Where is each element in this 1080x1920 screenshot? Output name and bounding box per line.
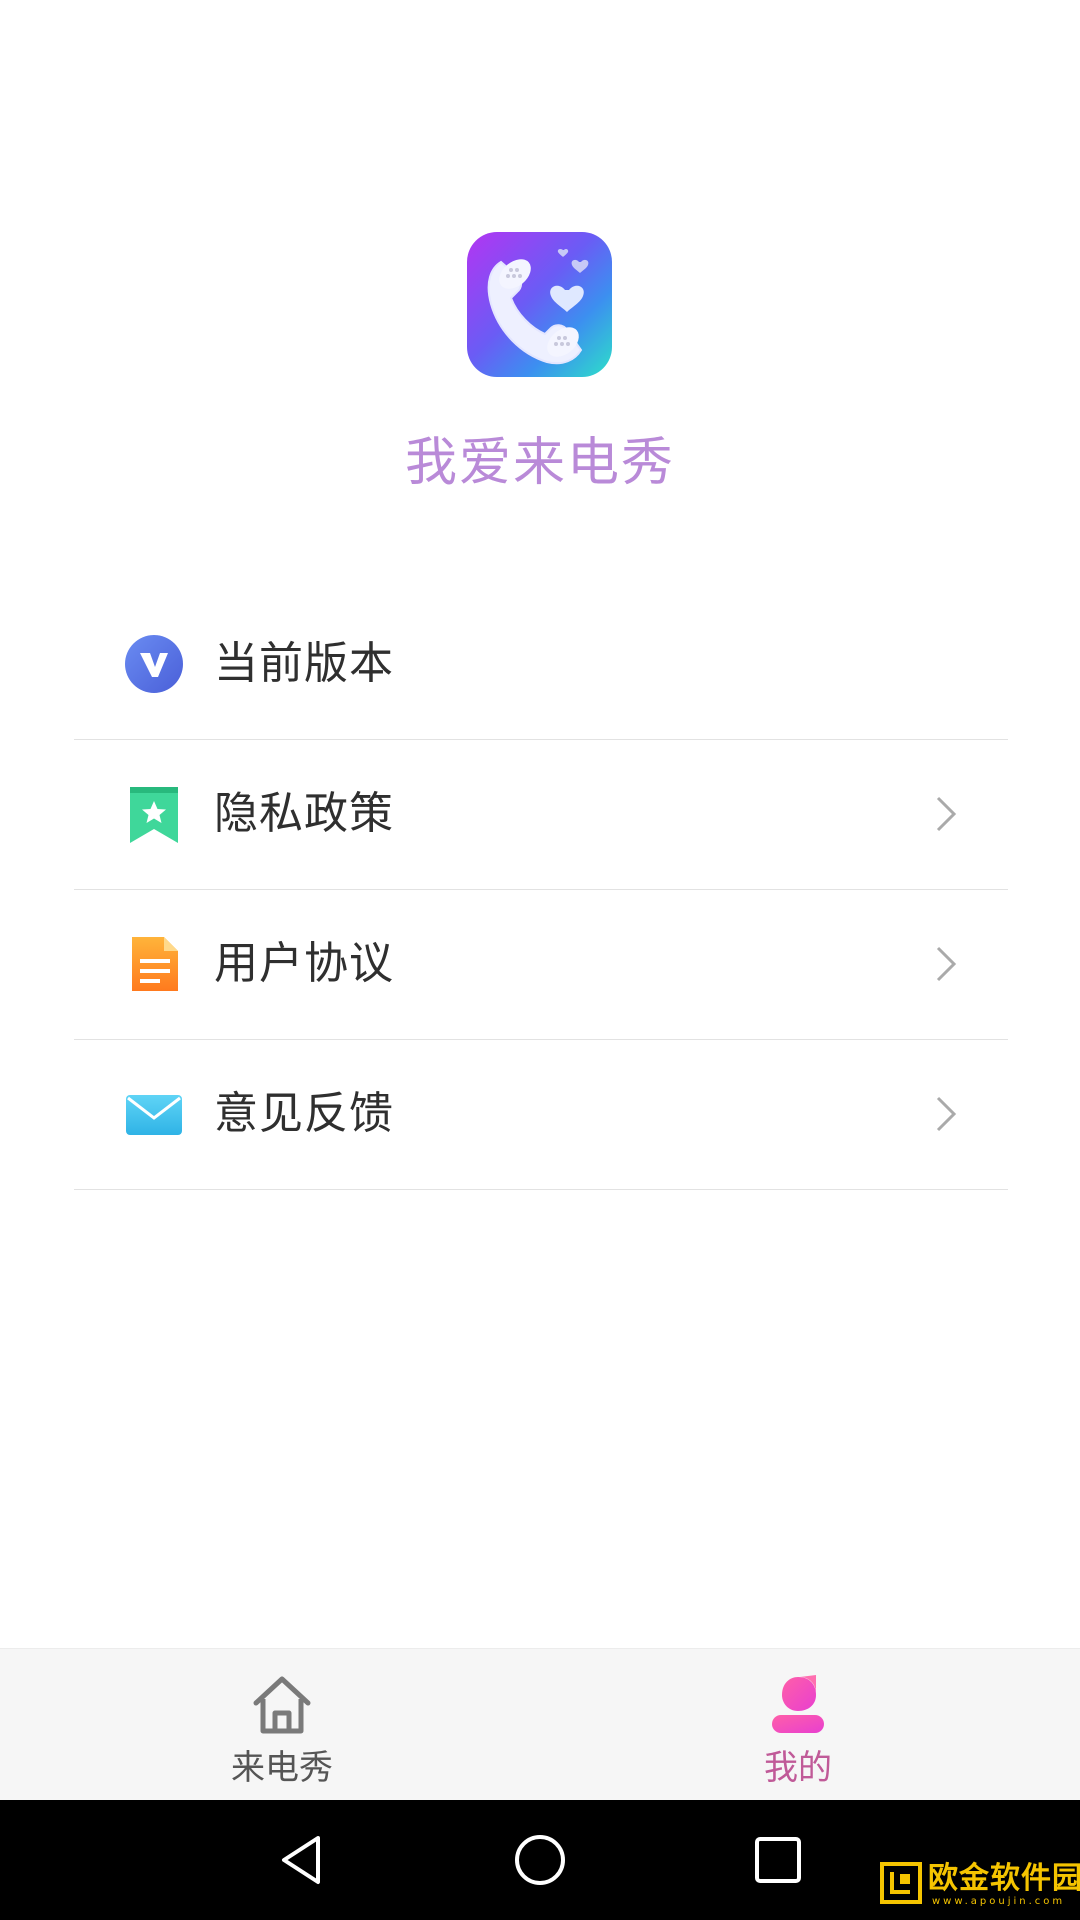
app-logo [467, 232, 612, 377]
v-badge-icon [125, 635, 183, 693]
watermark-url: www.apoujin.com [932, 1896, 1066, 1907]
tab-label: 我的 [764, 1748, 832, 1788]
watermark: 欧金软件园 www.apoujin.com [880, 1862, 1080, 1910]
tab-caller-show[interactable]: 来电秀 [182, 1649, 382, 1801]
home-circle-icon[interactable] [510, 1830, 570, 1890]
document-icon [132, 937, 178, 991]
chevron-right-icon [936, 796, 957, 832]
mail-icon [126, 1095, 182, 1135]
menu-item-label: 当前版本 [214, 638, 394, 689]
bottom-nav: 来电秀 我的 [0, 1648, 1080, 1801]
recent-apps-icon[interactable] [748, 1830, 808, 1890]
system-navigation-bar: 欧金软件园 www.apoujin.com [0, 1800, 1080, 1920]
chevron-right-icon [936, 1096, 957, 1132]
app-name: 我爱来电秀 [404, 433, 675, 493]
menu-item-user-agreement[interactable]: 用户协议 [74, 890, 1008, 1040]
phone-hearts-icon [487, 248, 589, 365]
menu-item-label: 意见反馈 [214, 1088, 394, 1139]
profile-icon [772, 1675, 824, 1733]
tab-mine[interactable]: 我的 [698, 1649, 898, 1801]
menu-item-current-version[interactable]: 当前版本 [74, 590, 1008, 740]
tab-label: 来电秀 [231, 1748, 333, 1788]
menu-item-label: 隐私政策 [214, 788, 394, 839]
watermark-text: 欧金软件园 [928, 1861, 1080, 1896]
menu-item-label: 用户协议 [214, 938, 394, 989]
watermark-logo-icon [880, 1862, 922, 1904]
bookmark-star-icon [130, 787, 178, 843]
home-icon [253, 1676, 311, 1734]
menu-item-feedback[interactable]: 意见反馈 [74, 1040, 1008, 1190]
chevron-right-icon [936, 946, 957, 982]
menu-item-privacy-policy[interactable]: 隐私政策 [74, 740, 1008, 890]
back-icon[interactable] [272, 1830, 332, 1890]
app-header: 我爱来电秀 [0, 0, 1080, 560]
settings-menu: 当前版本 隐私政策 用户协议 意见反馈 [74, 590, 1008, 1190]
